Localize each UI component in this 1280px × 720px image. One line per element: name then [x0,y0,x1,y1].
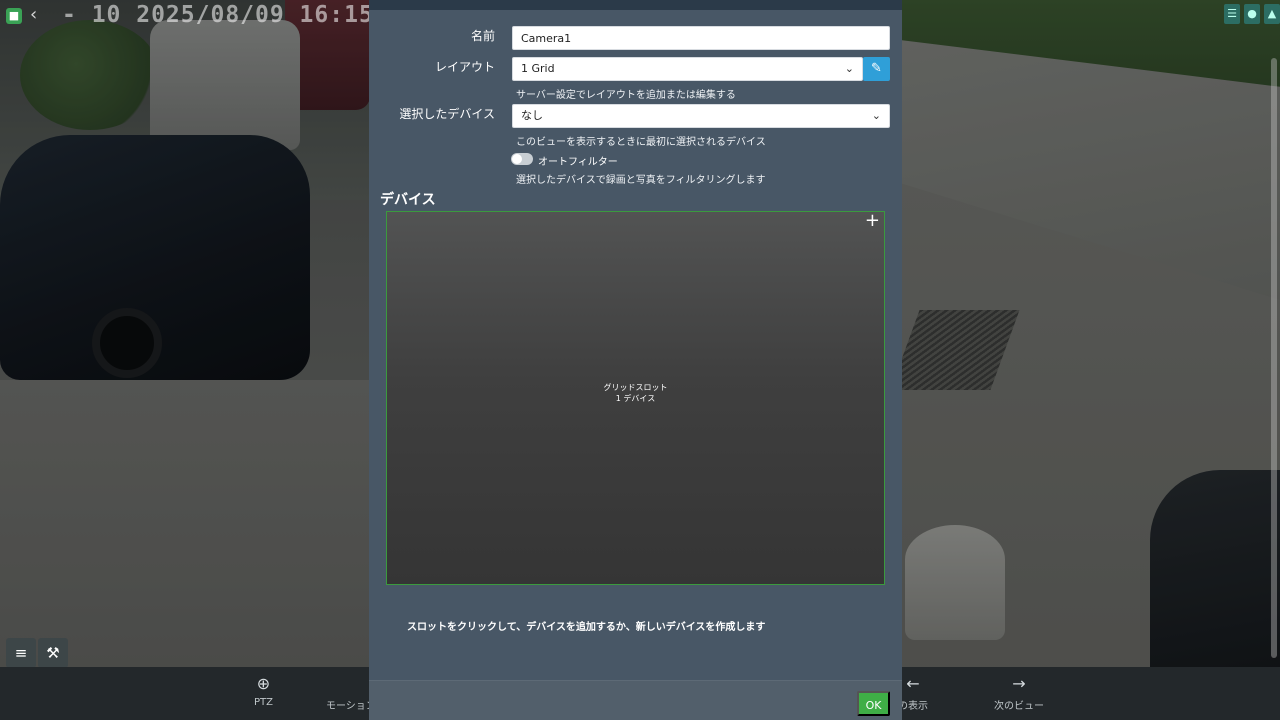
device-select-value: なし [521,109,543,122]
device-select[interactable]: なし ⌄ [512,104,890,128]
layout-help-text: サーバー設定でレイアウトを追加または編集する [516,90,736,101]
grid-slot-title: グリッドスロット [603,383,668,392]
bell-icon[interactable]: ▲ [1264,4,1280,24]
layout-select[interactable]: 1 Grid ⌄ [512,57,863,81]
next-view-label: 次のビュー [994,701,1044,712]
chevron-down-icon: ⌄ [844,62,854,75]
name-input[interactable] [512,26,890,50]
view-settings-dialog: 名前 レイアウト 1 Grid ⌄ ✎ サーバー設定でレイアウトを追加または編集… [369,0,902,720]
edit-layout-button[interactable]: ✎ [863,57,890,81]
grid-slot-text: グリッドスロット 1 デバイス [387,382,884,404]
autofilter-toggle[interactable] [511,153,533,165]
ptz-button[interactable]: ⊕ PTZ [254,674,273,709]
devices-section-title: デバイス [380,192,436,208]
add-icon[interactable]: + [865,212,880,230]
arrow-right-icon: → [1012,674,1026,693]
arrow-left-icon: ← [906,674,920,693]
previous-view-button[interactable]: ← の表示 [898,674,928,713]
instruction-text: スロットをクリックして、デバイスを追加するか、新しいデバイスを作成します [407,622,766,633]
lock-icon[interactable]: ■ [6,8,22,24]
list-icon[interactable]: ☰ [1224,4,1240,24]
scrollbar[interactable] [1271,58,1277,658]
top-right-toolbar: ☰ ● ▲ [1224,4,1280,24]
chevron-down-icon: ⌄ [871,109,881,122]
previous-view-label: の表示 [898,701,928,712]
layout-label: レイアウト [434,60,495,74]
user-icon[interactable]: ● [1244,4,1260,24]
sliders-icon[interactable]: ≡ [6,638,36,668]
device-label: 選択したデバイス [399,107,495,121]
device-help-text: このビューを表示するときに最初に選択されるデバイス [516,137,766,148]
ptz-label: PTZ [254,697,273,708]
autofilter-label: オートフィルター [538,157,618,168]
dialog-header-bar [369,0,902,10]
feed-timestamp: - 10 2025/08/09 16:15:36 [62,2,419,28]
ok-button[interactable]: OK [857,691,890,716]
wrench-icon[interactable]: ⚒ [38,638,68,668]
grid-slot-count: 1 デバイス [615,394,656,403]
autofilter-help-text: 選択したデバイスで録画と写真をフィルタリングします [516,175,766,186]
edit-icon: ✎ [871,61,882,76]
grid-slot[interactable]: + グリッドスロット 1 デバイス [386,211,885,585]
name-label: 名前 [470,29,495,43]
next-view-button[interactable]: → 次のビュー [994,674,1044,713]
dialog-footer: OK [369,680,902,720]
back-chevron-icon[interactable]: ‹ [30,4,37,25]
layout-select-value: 1 Grid [521,62,555,75]
crosshair-icon: ⊕ [256,674,271,693]
